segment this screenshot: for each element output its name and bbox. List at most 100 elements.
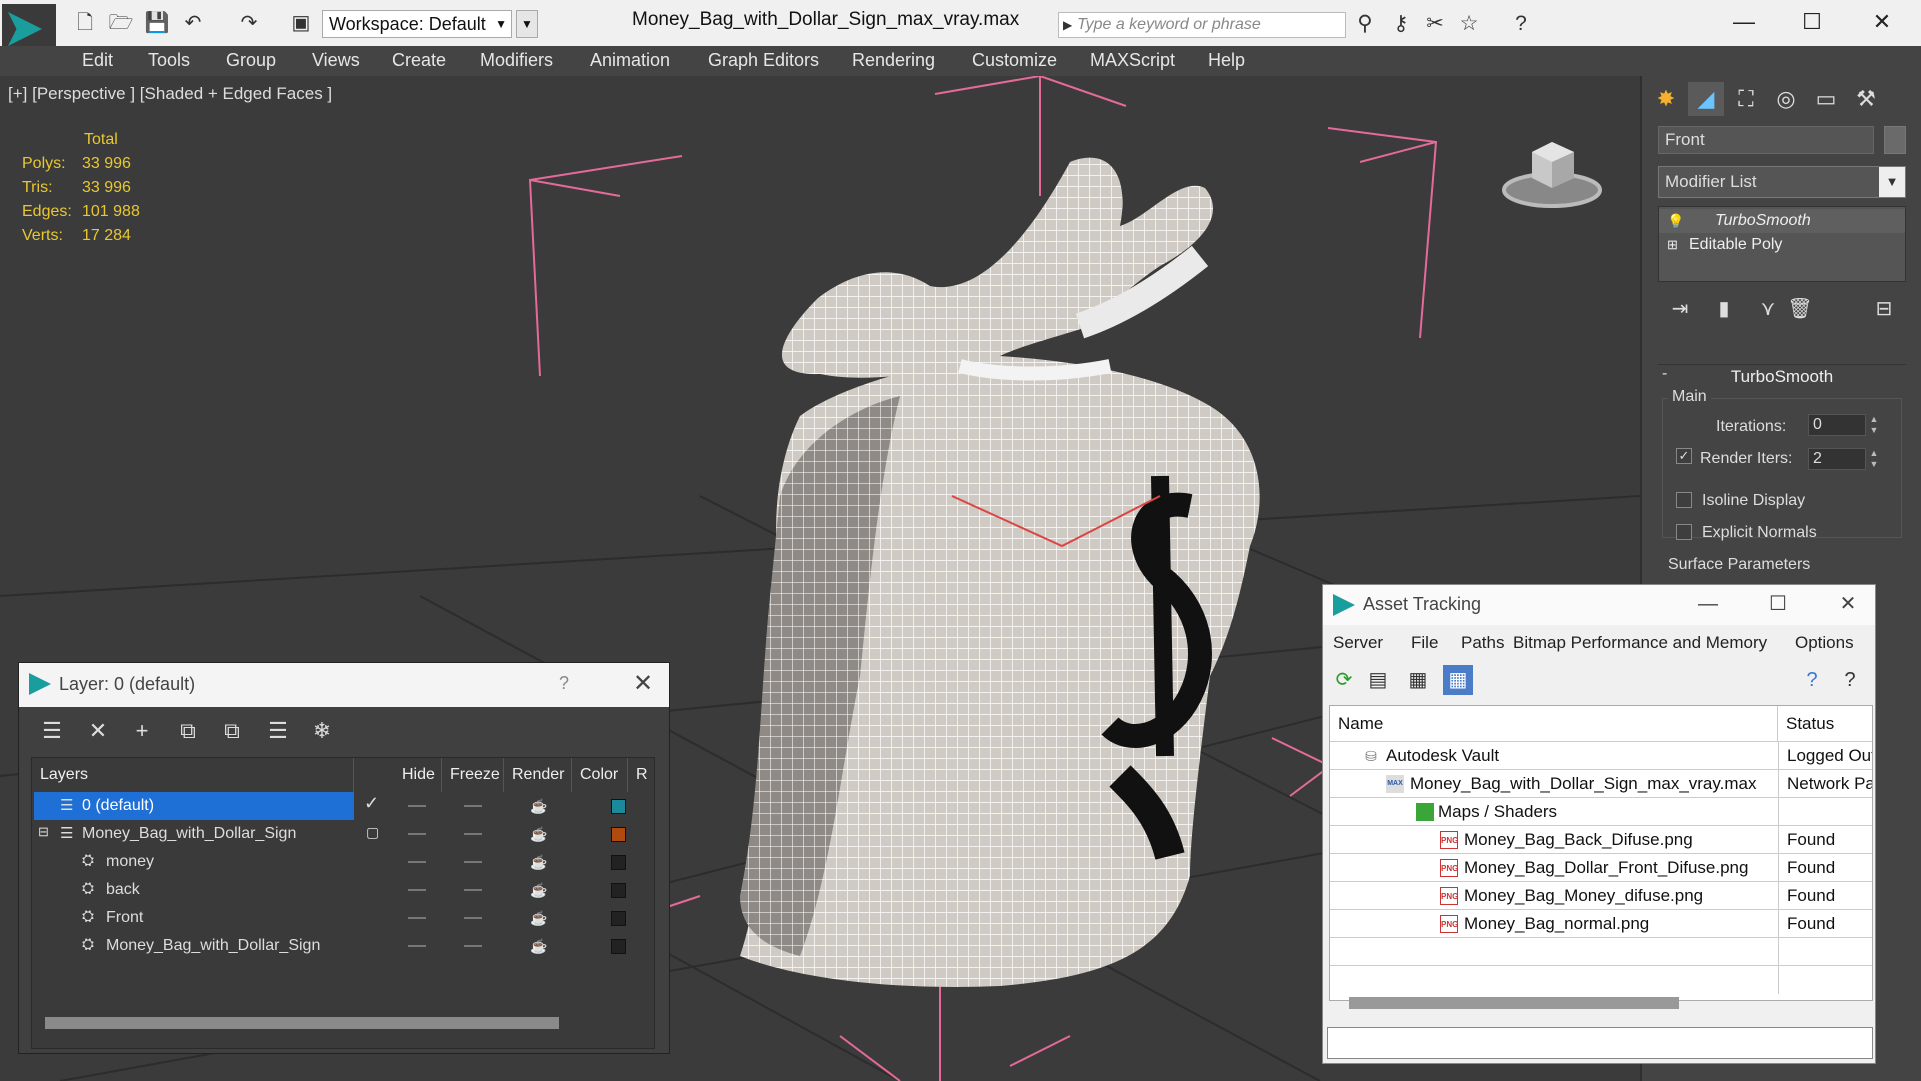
asset-row-back-difuse[interactable]: PNG Money_Bag_Back_Difuse.png Found xyxy=(1330,826,1872,854)
render-iters-checkbox[interactable]: ✓ xyxy=(1676,448,1692,464)
layer-row-front[interactable]: ⛭ Front ☕ xyxy=(32,904,654,932)
open-file-icon[interactable]: 🗁 xyxy=(108,11,134,35)
render-teapot-icon[interactable]: ☕ xyxy=(530,798,547,815)
col-render[interactable]: Render xyxy=(504,758,572,792)
render-teapot-icon[interactable]: ☕ xyxy=(530,910,547,927)
asset-menu-server[interactable]: Server xyxy=(1333,633,1383,653)
render-teapot-icon[interactable]: ☕ xyxy=(530,854,547,871)
project-folder-icon[interactable]: ▣ xyxy=(288,11,314,35)
asset-row-money-difuse[interactable]: PNG Money_Bag_Money_difuse.png Found xyxy=(1330,882,1872,910)
render-teapot-icon[interactable]: ☕ xyxy=(530,882,547,899)
freeze-layers-icon[interactable]: ❄ xyxy=(307,717,337,745)
menu-animation[interactable]: Animation xyxy=(590,50,670,71)
col-r[interactable]: R xyxy=(628,758,654,792)
modify-tab-icon[interactable]: ◢ xyxy=(1688,82,1724,116)
stack-item-turbosmooth[interactable]: 💡 TurboSmooth xyxy=(1659,209,1905,233)
binoculars-icon[interactable]: ⚲ xyxy=(1350,11,1380,37)
menu-tools[interactable]: Tools xyxy=(148,50,190,71)
subscription-icon[interactable]: ✂ xyxy=(1420,11,1450,37)
col-layers[interactable]: Layers xyxy=(32,758,354,792)
highlight-selected-icon[interactable]: ⧉ xyxy=(217,717,247,745)
favorites-star-icon[interactable]: ☆ xyxy=(1454,11,1484,37)
layer-row-money[interactable]: ⛭ money ☕ xyxy=(32,848,654,876)
asset-path-field[interactable] xyxy=(1327,1027,1873,1059)
menu-edit[interactable]: Edit xyxy=(82,50,113,71)
select-in-layer-icon[interactable]: ⧉ xyxy=(173,717,203,745)
menu-customize[interactable]: Customize xyxy=(972,50,1057,71)
menu-maxscript[interactable]: MAXScript xyxy=(1090,50,1175,71)
save-icon[interactable]: 💾 xyxy=(144,11,170,35)
help-icon[interactable]: ? xyxy=(559,673,569,694)
menu-modifiers[interactable]: Modifiers xyxy=(480,50,553,71)
pin-stack-icon[interactable]: ⇥ xyxy=(1662,294,1698,324)
object-color-swatch[interactable] xyxy=(611,855,626,870)
close-icon[interactable]: ✕ xyxy=(1823,587,1873,621)
object-color-swatch[interactable] xyxy=(611,911,626,926)
undo-icon[interactable]: ↶ xyxy=(180,11,206,35)
hide-layers-icon[interactable]: ☰ xyxy=(263,717,293,745)
motion-tab-icon[interactable]: ◎ xyxy=(1768,82,1804,116)
render-iters-spinner[interactable]: 2 xyxy=(1808,448,1866,470)
isoline-display-checkbox[interactable] xyxy=(1676,492,1692,508)
list-view-icon[interactable]: ▤ xyxy=(1363,665,1393,695)
utilities-tab-icon[interactable]: ⚒ xyxy=(1848,82,1884,116)
turbosmooth-rollout-header[interactable]: - TurboSmooth xyxy=(1658,364,1906,388)
layer-row-default[interactable]: ☰ 0 (default) ✓ ☕ xyxy=(32,792,654,820)
layer-horizontal-scrollbar[interactable] xyxy=(45,1017,559,1029)
asset-row-dollar-front-difuse[interactable]: PNG Money_Bag_Dollar_Front_Difuse.png Fo… xyxy=(1330,854,1872,882)
create-tab-icon[interactable]: ✸ xyxy=(1648,82,1684,116)
layer-row-money-bag[interactable]: ⊟ ☰ Money_Bag_with_Dollar_Sign ▢ ☕ xyxy=(32,820,654,848)
set-current-layer-icon[interactable]: ▢ xyxy=(366,824,379,841)
close-icon[interactable]: ✕ xyxy=(633,669,653,698)
table-view-icon[interactable]: ▦ xyxy=(1443,665,1473,695)
key-icon[interactable]: ⚷ xyxy=(1386,11,1416,37)
asset-window-titlebar[interactable]: Asset Tracking — ☐ ✕ xyxy=(1323,585,1875,625)
col-status[interactable]: Status xyxy=(1778,706,1872,742)
expand-plus-icon[interactable]: ⊞ xyxy=(1667,233,1678,257)
col-hide[interactable]: Hide xyxy=(394,758,442,792)
light-bulb-icon[interactable]: 💡 xyxy=(1667,209,1684,233)
asset-menu-bitmap-performance[interactable]: Bitmap Performance and Memory xyxy=(1513,633,1767,653)
iterations-spinner[interactable]: 0 xyxy=(1808,414,1866,436)
object-color-swatch[interactable] xyxy=(611,883,626,898)
menu-views[interactable]: Views xyxy=(312,50,360,71)
viewcube-icon[interactable] xyxy=(1502,132,1602,212)
render-teapot-icon[interactable]: ☕ xyxy=(530,938,547,955)
menu-help[interactable]: Help xyxy=(1208,50,1245,71)
viewport-label[interactable]: [+] [Perspective ] [Shaded + Edged Faces… xyxy=(8,84,332,104)
col-freeze[interactable]: Freeze xyxy=(442,758,504,792)
minimize-icon[interactable]: — xyxy=(1683,587,1733,621)
col-name[interactable]: Name xyxy=(1330,706,1778,742)
iterations-spinner-arrows[interactable]: ▲ ▼ xyxy=(1868,414,1880,436)
menu-graph-editors[interactable]: Graph Editors xyxy=(708,50,819,71)
menu-group[interactable]: Group xyxy=(226,50,276,71)
layer-row-money-bag-object[interactable]: ⛭ Money_Bag_with_Dollar_Sign ☕ xyxy=(32,932,654,960)
thumbnail-view-icon[interactable]: ▦ xyxy=(1403,665,1433,695)
object-color-swatch[interactable] xyxy=(1884,126,1906,154)
search-input[interactable]: ▶ Type a keyword or phrase xyxy=(1058,12,1346,38)
explicit-normals-checkbox[interactable] xyxy=(1676,524,1692,540)
menu-rendering[interactable]: Rendering xyxy=(852,50,935,71)
menu-create[interactable]: Create xyxy=(392,50,446,71)
asset-row-normal[interactable]: PNG Money_Bag_normal.png Found xyxy=(1330,910,1872,938)
maximize-icon[interactable]: ☐ xyxy=(1753,587,1803,621)
asset-row-max-file[interactable]: MAX Money_Bag_with_Dollar_Sign_max_vray.… xyxy=(1330,770,1872,798)
new-file-icon[interactable]: 🗋 xyxy=(72,11,98,35)
remove-modifier-icon[interactable]: 🗑 xyxy=(1782,294,1818,324)
collapse-minus-icon[interactable]: ⊟ xyxy=(38,824,49,840)
layer-color-swatch[interactable] xyxy=(611,799,626,814)
help-icon[interactable]: ? xyxy=(1797,665,1827,695)
asset-row-vault[interactable]: ⛁ Autodesk Vault Logged Out xyxy=(1330,742,1872,770)
redo-icon[interactable]: ↷ xyxy=(236,11,262,35)
layer-row-back[interactable]: ⛭ back ☕ xyxy=(32,876,654,904)
asset-menu-options[interactable]: Options xyxy=(1795,633,1854,653)
asset-row-maps[interactable]: Maps / Shaders xyxy=(1330,798,1872,826)
asset-menu-paths[interactable]: Paths xyxy=(1461,633,1504,653)
asset-horizontal-scrollbar[interactable] xyxy=(1349,997,1679,1009)
render-teapot-icon[interactable]: ☕ xyxy=(530,826,547,843)
minimize-icon[interactable]: — xyxy=(1714,4,1774,40)
stack-item-editable-poly[interactable]: ⊞ Editable Poly xyxy=(1659,233,1905,257)
col-color[interactable]: Color xyxy=(572,758,628,792)
layer-window-titlebar[interactable]: Layer: 0 (default) ? ✕ xyxy=(19,663,669,707)
modifier-list-dropdown[interactable]: Modifier List ▼ xyxy=(1658,166,1906,198)
